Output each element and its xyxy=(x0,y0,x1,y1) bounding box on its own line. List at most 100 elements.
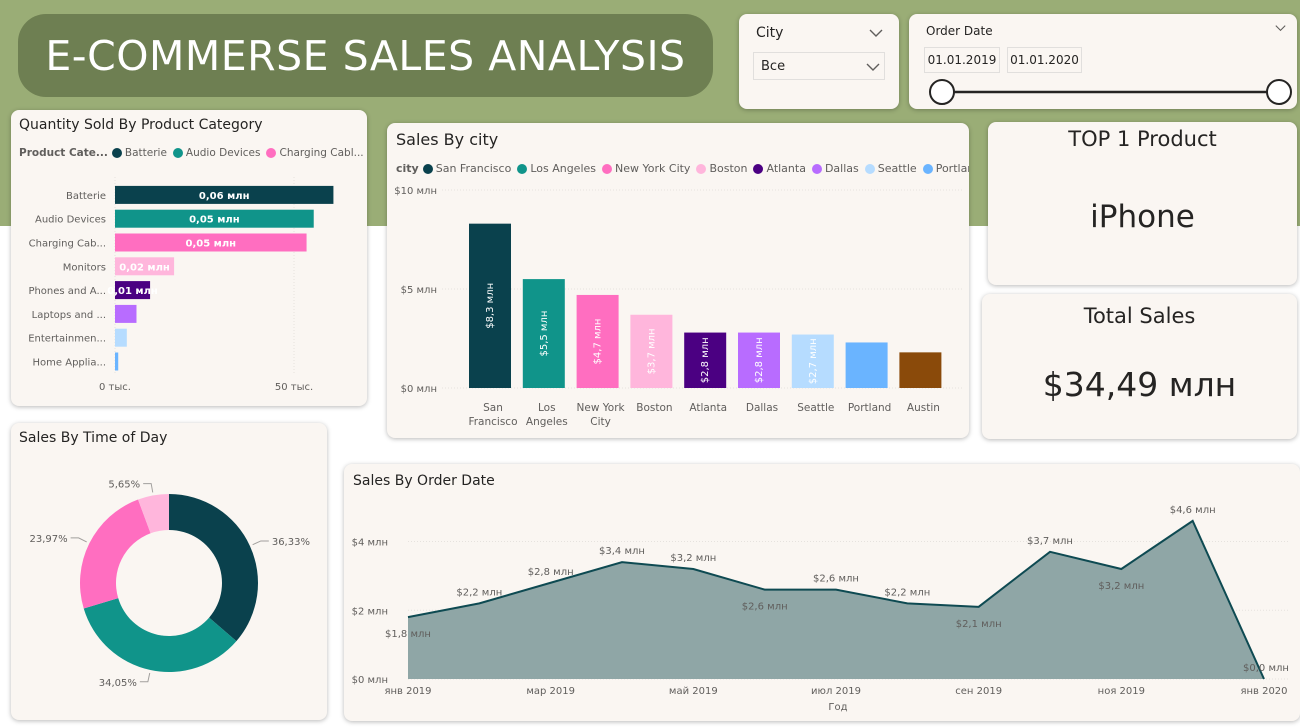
quantity-bar-chart: 0 тыс. 50 тыс. Batterie 0,06 млн Audio Devic… xyxy=(28,177,334,393)
date-area-chart: $0 млн $2 млн $4 млн $1,8 млн $2,2 млн $2,8 м… xyxy=(352,505,1289,713)
x-tick-label: City xyxy=(590,416,611,428)
sales-by-date-card: Sales By Order Date $0 млн $2 млн $4 млн $1… xyxy=(344,464,1300,721)
x-tick-label: июл 2019 xyxy=(811,686,861,697)
data-label: $3,7 млн xyxy=(1027,536,1073,547)
y-tick-label: $0 млн xyxy=(352,675,388,686)
slice-label: 5,65% xyxy=(108,480,140,491)
end-date-input[interactable]: 01.01.2020 xyxy=(1007,47,1082,73)
leader-line xyxy=(70,537,87,543)
quantity-by-category-card: Quantity Sold By Product Category Produc… xyxy=(11,110,367,406)
leader-line xyxy=(252,540,269,546)
data-label: $4,7 млн xyxy=(593,319,604,365)
range-start-handle[interactable] xyxy=(929,79,955,105)
data-label: $3,2 млн xyxy=(1098,581,1144,592)
x-tick-label: Francisco xyxy=(468,416,517,428)
x-tick-label: Austin xyxy=(907,402,940,414)
leader-line xyxy=(139,672,151,683)
bar-portland[interactable] xyxy=(845,342,888,388)
area-fill xyxy=(408,520,1264,679)
category-label: Audio Devices xyxy=(35,215,106,226)
category-label: Laptops and ... xyxy=(32,310,106,321)
data-label: $1,8 млн xyxy=(385,629,431,640)
category-label: Batterie xyxy=(66,191,106,202)
x-tick-label: май 2019 xyxy=(669,686,718,697)
x-axis-title: Год xyxy=(828,702,847,713)
category-label: Charging Cab... xyxy=(29,239,106,250)
data-label: $3,2 млн xyxy=(670,553,716,564)
end-date-value: 01.01.2020 xyxy=(1010,53,1079,67)
y-tick-label: $10 млн xyxy=(394,186,437,197)
city-slicer: City Все xyxy=(739,14,899,109)
bar-austin[interactable] xyxy=(899,352,942,388)
data-label: 0,05 млн xyxy=(186,239,237,250)
x-tick-label: Boston xyxy=(636,402,672,414)
bar-home-applia[interactable] xyxy=(115,352,119,371)
x-tick-label: New York xyxy=(577,402,626,414)
data-label: $3,4 млн xyxy=(599,546,645,557)
y-tick-label: $5 млн xyxy=(401,285,437,296)
data-label: $2,8 млн xyxy=(754,337,765,383)
top-product-value: iPhone xyxy=(1090,199,1195,235)
sales-by-city-card: Sales By city city San Francisco Los Angel… xyxy=(387,123,969,438)
x-tick-label: янв 2020 xyxy=(1240,686,1287,697)
data-label: $2,1 млн xyxy=(956,619,1002,630)
x-tick-label: Dallas xyxy=(746,402,778,414)
x-tick-label: 50 тыс. xyxy=(275,382,313,393)
slice-1[interactable] xyxy=(169,494,258,642)
data-label: 0,06 млн xyxy=(199,191,250,202)
x-tick-label: Seattle xyxy=(797,402,834,414)
x-tick-label: ноя 2019 xyxy=(1098,686,1145,697)
order-date-slicer: Order Date 01.01.2019 01.01.2020 xyxy=(909,14,1297,109)
x-tick-label: Angeles xyxy=(526,416,568,428)
x-tick-label: Los xyxy=(538,402,556,414)
x-tick-label: Portland xyxy=(848,402,892,414)
top-product-card: TOP 1 Product iPhone xyxy=(988,122,1297,285)
sales-by-time-card: Sales By Time of Day 36,33% 34,05% 23,97% 5… xyxy=(11,423,327,720)
total-sales-title: Total Sales xyxy=(1083,304,1196,328)
data-label: $0,0 млн xyxy=(1243,663,1289,674)
y-tick-label: $4 млн xyxy=(352,538,388,549)
city-bar-chart: $0 млн $5 млн $10 млн $8,3 млн San Francisco $… xyxy=(394,186,962,428)
data-label: 0,05 млн xyxy=(189,215,240,226)
category-label: Monitors xyxy=(63,262,106,273)
leader-line xyxy=(143,483,154,493)
category-label: Phones and A... xyxy=(28,286,106,297)
collapse-chevron-icon[interactable] xyxy=(1275,24,1286,32)
category-label: Home Applia... xyxy=(33,358,106,369)
category-label: Entertainmen... xyxy=(28,334,106,345)
data-label: $2,8 млн xyxy=(528,567,574,578)
dashboard-title-text: E-COMMERSE SALES ANALYSIS xyxy=(45,31,686,80)
x-tick-label: сен 2019 xyxy=(955,686,1002,697)
data-label: $3,7 млн xyxy=(646,328,657,374)
dashboard-title: E-COMMERSE SALES ANALYSIS xyxy=(18,14,713,97)
y-tick-label: $2 млн xyxy=(352,606,388,617)
range-end-handle[interactable] xyxy=(1266,79,1292,105)
data-label: $5,5 млн xyxy=(539,311,550,357)
city-dropdown[interactable]: Все xyxy=(753,52,885,80)
chevron-down-icon xyxy=(866,63,880,71)
data-label: $2,6 млн xyxy=(813,574,859,585)
bar-laptops-and[interactable] xyxy=(115,304,137,323)
slice-label: 36,33% xyxy=(272,537,310,548)
x-tick-label: янв 2019 xyxy=(384,686,431,697)
data-label: $2,2 млн xyxy=(456,587,502,598)
time-donut-chart: 36,33% 34,05% 23,97% 5,65% xyxy=(29,480,310,689)
collapse-chevron-icon[interactable] xyxy=(869,28,883,38)
x-tick-label: San xyxy=(483,402,503,414)
bar-entertainmen[interactable] xyxy=(115,328,127,347)
total-sales-card: Total Sales $34,49 млн xyxy=(982,294,1297,439)
x-tick-label: Atlanta xyxy=(689,402,727,414)
data-label: $2,7 млн xyxy=(808,338,819,384)
data-label: $2,2 млн xyxy=(884,587,930,598)
city-slicer-label: City xyxy=(756,25,784,41)
start-date-value: 01.01.2019 xyxy=(927,53,997,67)
y-tick-label: $0 млн xyxy=(401,384,437,395)
data-label: $8,3 млн xyxy=(485,283,496,329)
top-product-title: TOP 1 Product xyxy=(1068,127,1217,151)
slice-2[interactable] xyxy=(83,598,237,672)
start-date-input[interactable]: 01.01.2019 xyxy=(924,47,1000,73)
date-range-slider[interactable] xyxy=(909,76,1297,109)
slice-3[interactable] xyxy=(80,499,151,609)
slice-label: 23,97% xyxy=(29,534,67,545)
x-tick-label: мар 2019 xyxy=(526,686,575,697)
